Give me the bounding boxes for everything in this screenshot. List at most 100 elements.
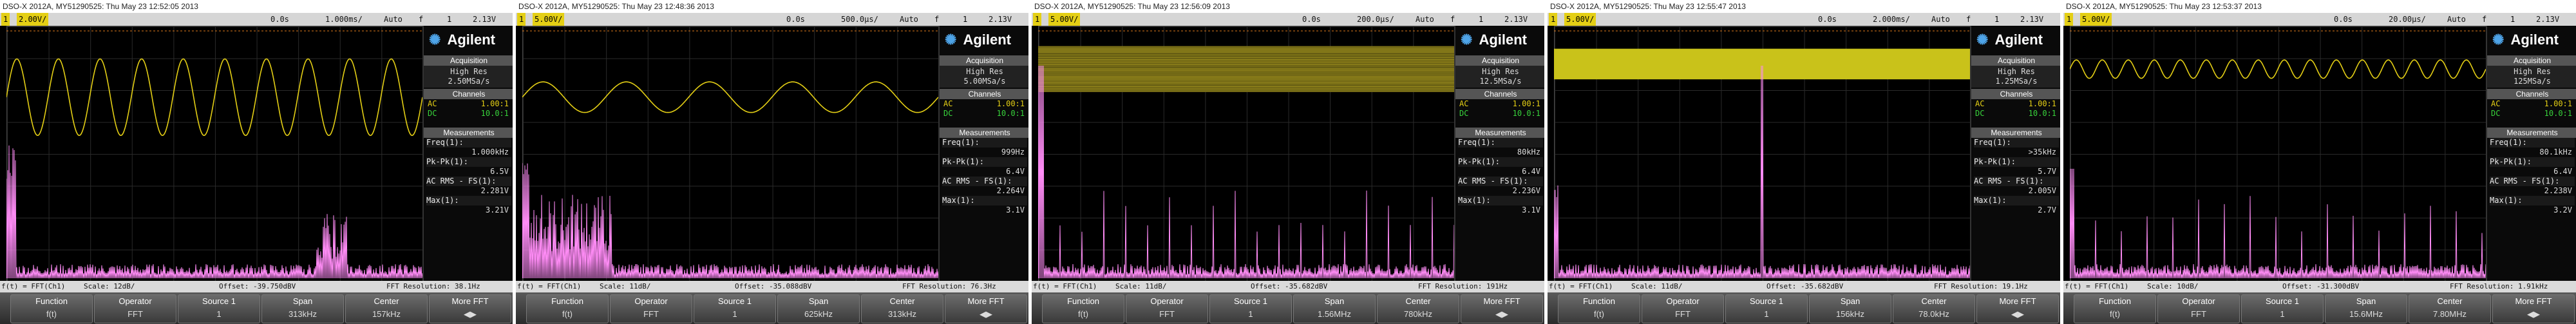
softkey-source-1[interactable]: Source 1 1: [178, 294, 260, 323]
channel1-indicator[interactable]: 1: [1549, 13, 1558, 26]
softkey-operator[interactable]: Operator FFT: [1126, 294, 1208, 323]
channel-dc-probe: 10.0:1: [996, 109, 1025, 118]
status-bar: 1 5.00V/ 0.0s 2.000ms/ Auto f 1 2.13V: [1548, 13, 2060, 26]
softkey-span[interactable]: Span 625kHz: [777, 294, 860, 323]
softkey-operator[interactable]: Operator FFT: [1642, 294, 1724, 323]
trigger-source[interactable]: 1: [963, 13, 967, 26]
acquisition-info: High Res 1.25MSa/s: [1971, 66, 2060, 88]
softkey-source-1[interactable]: Source 1 1: [1209, 294, 1292, 323]
measurement-value: 80kHz: [1517, 148, 1540, 157]
trigger-mode[interactable]: Auto: [1416, 13, 1434, 26]
softkey-label: Span: [808, 296, 829, 306]
trigger-level[interactable]: 2.13V: [2536, 13, 2559, 26]
softkey-label: More FFT: [451, 296, 489, 306]
channel1-scale[interactable]: 5.00V/: [1048, 13, 1081, 26]
fft-offset: Offset: -31.300dBV: [2282, 282, 2360, 291]
softkey-more-fft[interactable]: More FFT ◀▶: [429, 294, 511, 323]
fft-trace: [1554, 65, 1970, 279]
softkey-center[interactable]: Center 313kHz: [861, 294, 943, 323]
time-per-div[interactable]: 20.00µs/: [2389, 13, 2426, 26]
trigger-level[interactable]: 2.13V: [1504, 13, 1528, 26]
fft-resolution: FFT Resolution: 38.1Hz: [386, 282, 480, 291]
time-position[interactable]: 0.0s: [270, 13, 289, 26]
trigger-source[interactable]: 1: [1994, 13, 1999, 26]
softkey-value: ◀▶: [1495, 309, 1508, 319]
softkey-center[interactable]: Center 7.80MHz: [2409, 294, 2491, 323]
screen-header: DSO-X 2012A, MY51290525: Thu May 23 12:5…: [2063, 0, 2576, 13]
softkey-function[interactable]: Function f(t): [1558, 294, 1640, 323]
channels-title: Channels: [2487, 89, 2576, 99]
softkey-source-1[interactable]: Source 1 1: [694, 294, 776, 323]
header-text: DSO-X 2012A, MY51290525: Thu May 23 12:5…: [1034, 2, 1230, 11]
trigger-source[interactable]: 1: [1479, 13, 1483, 26]
trigger-source[interactable]: 1: [2510, 13, 2515, 26]
oscilloscope-screen: DSO-X 2012A, MY51290525: Thu May 23 12:5…: [0, 0, 513, 324]
trigger-mode[interactable]: Auto: [900, 13, 918, 26]
sample-rate: 5.00MSa/s: [963, 77, 1006, 86]
channel1-scale[interactable]: 5.00V/: [2080, 13, 2112, 26]
softkey-source-1[interactable]: Source 1 1: [2241, 294, 2324, 323]
channel1-scale[interactable]: 5.00V/: [533, 13, 565, 26]
measurement-label: Freq(1):: [426, 138, 511, 148]
softkey-span[interactable]: Span 156kHz: [1809, 294, 1891, 323]
trigger-level[interactable]: 2.13V: [2020, 13, 2043, 26]
softkey-function[interactable]: Function f(t): [2074, 294, 2156, 323]
fft-offset: Offset: -39.750dBV: [219, 282, 296, 291]
softkey-label: Span: [2356, 296, 2376, 306]
channel1-trace: [1554, 48, 1970, 80]
softkey-function[interactable]: Function f(t): [526, 294, 609, 323]
softkey-span[interactable]: Span 313kHz: [261, 294, 344, 323]
trigger-level[interactable]: 2.13V: [989, 13, 1012, 26]
softkey-value: 625kHz: [804, 309, 833, 319]
softkey-operator[interactable]: Operator FFT: [610, 294, 692, 323]
trigger-level[interactable]: 2.13V: [473, 13, 496, 26]
trigger-source[interactable]: 1: [447, 13, 451, 26]
softkey-source-1[interactable]: Source 1 1: [1725, 294, 1808, 323]
oscilloscope-screen: DSO-X 2012A, MY51290525: Thu May 23 12:5…: [2063, 0, 2576, 324]
status-bar: 1 5.00V/ 0.0s 200.0µs/ Auto f 1 2.13V: [1032, 13, 1544, 26]
channel1-indicator[interactable]: 1: [1033, 13, 1042, 26]
softkey-label: Source 1: [1749, 296, 1784, 306]
softkey-center[interactable]: Center 780kHz: [1377, 294, 1459, 323]
time-position[interactable]: 0.0s: [1818, 13, 1837, 26]
softkey-center[interactable]: Center 157kHz: [345, 294, 428, 323]
time-per-div[interactable]: 200.0µs/: [1357, 13, 1394, 26]
trigger-mode[interactable]: Auto: [384, 13, 402, 26]
channel1-indicator[interactable]: 1: [517, 13, 526, 26]
softkey-bar: Function f(t) Operator FFT Source 1 1 Span 156k…: [1548, 292, 2060, 324]
measurement-value: 2.005V: [2028, 186, 2056, 195]
softkey-span[interactable]: Span 15.6MHz: [2325, 294, 2407, 323]
time-position[interactable]: 0.0s: [786, 13, 805, 26]
channel1-indicator[interactable]: 1: [2065, 13, 2074, 26]
softkey-label: Operator: [634, 296, 668, 306]
channel1-scale[interactable]: 2.00V/: [17, 13, 49, 26]
channel1-scale[interactable]: 5.00V/: [1564, 13, 1596, 26]
time-per-div[interactable]: 500.0µs/: [841, 13, 878, 26]
math-indicator: f: [2482, 15, 2487, 24]
channel1-indicator[interactable]: 1: [1, 13, 10, 26]
softkey-span[interactable]: Span 1.56MHz: [1293, 294, 1376, 323]
softkey-more-fft[interactable]: More FFT ◀▶: [2492, 294, 2575, 323]
trigger-mode[interactable]: Auto: [1931, 13, 1950, 26]
time-per-div[interactable]: 1.000ms/: [325, 13, 363, 26]
softkey-function[interactable]: Function f(t): [1042, 294, 1124, 323]
time-position[interactable]: 0.0s: [2334, 13, 2353, 26]
softkey-operator[interactable]: Operator FFT: [94, 294, 176, 323]
softkey-more-fft[interactable]: More FFT ◀▶: [1976, 294, 2059, 323]
acquisition-title: Acquisition: [2487, 55, 2576, 66]
measurement-label: Freq(1):: [1458, 138, 1543, 148]
trigger-mode[interactable]: Auto: [2447, 13, 2466, 26]
acquisition-title: Acquisition: [1971, 55, 2060, 66]
channel-dc-row: DC 10.0:1: [424, 109, 513, 119]
measurements-title: Measurements: [2487, 128, 2576, 138]
softkey-more-fft[interactable]: More FFT ◀▶: [1461, 294, 1543, 323]
softkey-center[interactable]: Center 78.0kHz: [1893, 294, 1975, 323]
softkey-label: More FFT: [2515, 296, 2552, 306]
time-position[interactable]: 0.0s: [1302, 13, 1321, 26]
time-per-div[interactable]: 2.000ms/: [1873, 13, 1910, 26]
softkey-more-fft[interactable]: More FFT ◀▶: [945, 294, 1027, 323]
softkey-function[interactable]: Function f(t): [10, 294, 93, 323]
measurement-value: 2.238V: [2544, 186, 2572, 195]
softkey-label: Span: [1324, 296, 1345, 306]
softkey-operator[interactable]: Operator FFT: [2157, 294, 2240, 323]
